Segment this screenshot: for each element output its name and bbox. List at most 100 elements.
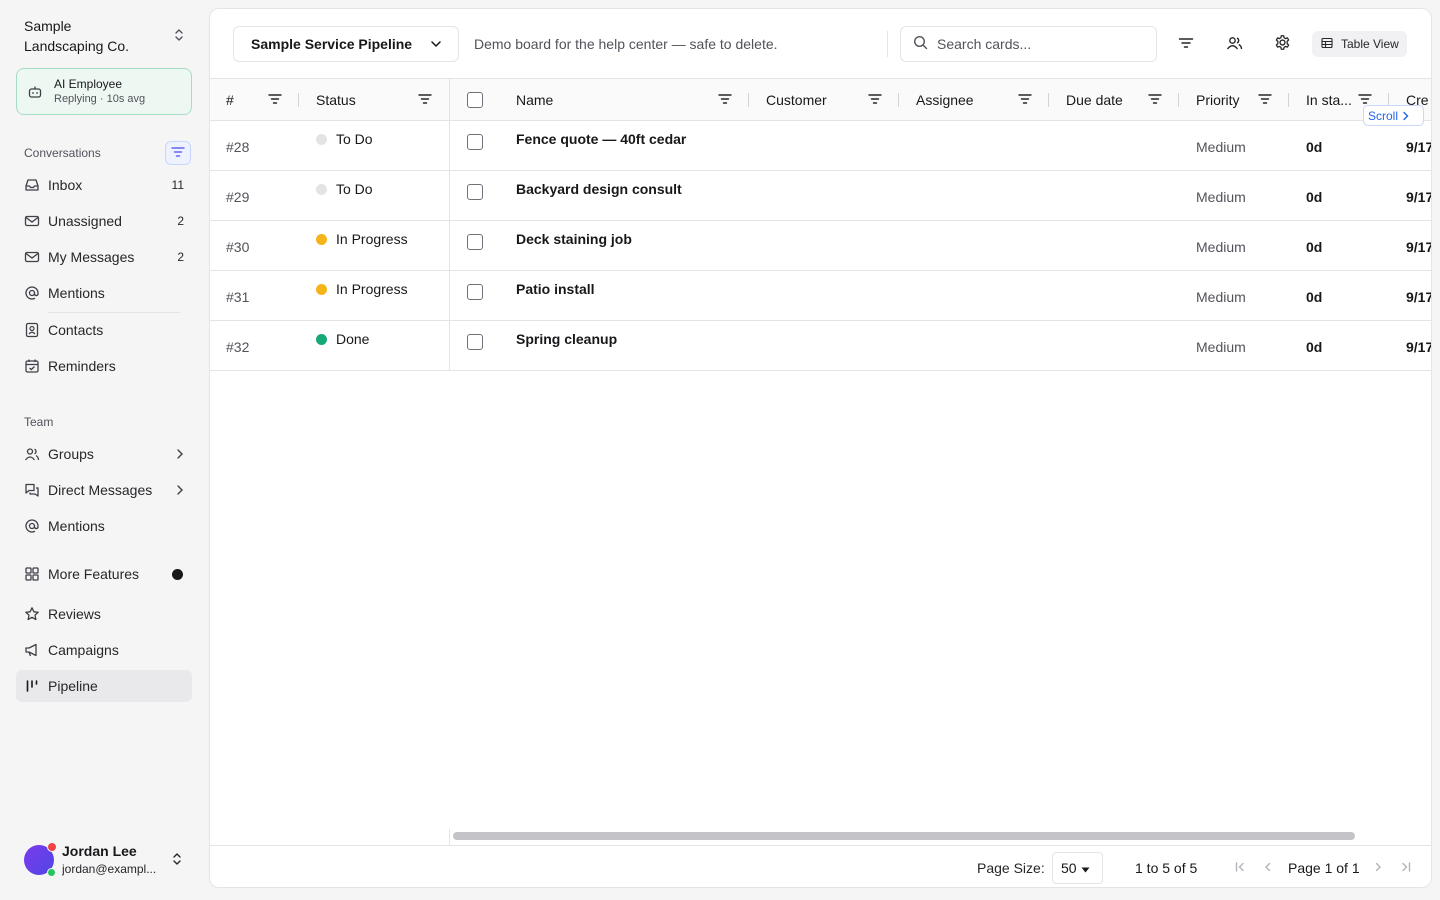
sidebar-item-pipeline[interactable]: Pipeline <box>16 670 192 702</box>
scroll-right-button[interactable]: Scroll <box>1363 105 1424 126</box>
card-name[interactable]: Fence quote — 40ft cedar <box>516 131 686 147</box>
column-header-in-stage[interactable]: In sta... <box>1306 79 1352 121</box>
status-cell[interactable]: To Do <box>316 131 373 147</box>
card-name[interactable]: Backyard design consult <box>516 181 682 197</box>
sidebar-item-my-messages[interactable]: My Messages 2 <box>16 241 192 273</box>
chevron-down-icon <box>430 40 442 48</box>
column-header-assignee[interactable]: Assignee <box>916 79 974 121</box>
horizontal-scrollbar[interactable] <box>453 832 1355 840</box>
count-badge: 11 <box>171 178 184 192</box>
card-name[interactable]: Spring cleanup <box>516 331 617 347</box>
table-row[interactable]: #28 To Do Fence quote — 40ft cedar Mediu… <box>210 121 1431 171</box>
ai-employee-card[interactable]: AI Employee Replying · 10s avg <box>16 68 192 115</box>
column-filter-button[interactable] <box>268 79 288 121</box>
table-row[interactable]: #30 In Progress Deck staining job Medium… <box>210 221 1431 271</box>
sidebar-item-reviews[interactable]: Reviews <box>16 598 192 630</box>
column-header-priority[interactable]: Priority <box>1196 79 1240 121</box>
column-filter-button[interactable] <box>1148 79 1168 121</box>
assignees-button[interactable] <box>1220 30 1248 58</box>
priority-cell[interactable]: Medium <box>1196 189 1246 205</box>
search-input[interactable] <box>937 36 1147 52</box>
pipeline-selector[interactable]: Sample Service Pipeline <box>233 26 459 62</box>
row-checkbox[interactable] <box>467 134 483 150</box>
table-row[interactable]: #31 In Progress Patio install Medium 0d … <box>210 271 1431 321</box>
status-cell[interactable]: Done <box>316 331 369 347</box>
priority-cell[interactable]: Medium <box>1196 289 1246 305</box>
sidebar-item-mentions[interactable]: Mentions <box>16 277 192 309</box>
column-filter-button[interactable] <box>1018 79 1038 121</box>
view-toggle-button[interactable]: Table View <box>1312 31 1407 57</box>
inbox-icon <box>24 177 40 193</box>
last-page-button[interactable] <box>1397 859 1415 877</box>
priority-cell[interactable]: Medium <box>1196 339 1246 355</box>
select-all-checkbox[interactable] <box>467 92 483 108</box>
filter-icon <box>1148 93 1162 105</box>
status-cell[interactable]: To Do <box>316 181 373 197</box>
filter-button[interactable] <box>1172 30 1200 58</box>
grid-icon <box>24 566 40 582</box>
sidebar-item-contacts[interactable]: Contacts <box>16 314 192 346</box>
priority-cell[interactable]: Medium <box>1196 239 1246 255</box>
first-page-icon <box>1234 860 1246 876</box>
sidebar-item-unassigned[interactable]: Unassigned 2 <box>16 205 192 237</box>
column-label: # <box>226 92 234 108</box>
card-name[interactable]: Deck staining job <box>516 231 632 247</box>
first-page-button[interactable] <box>1231 859 1249 877</box>
sidebar-item-label: Mentions <box>48 285 105 301</box>
page-size-select[interactable]: 50 <box>1052 852 1103 884</box>
column-filter-button[interactable] <box>868 79 888 121</box>
filter-icon <box>868 93 882 105</box>
card-id: #28 <box>226 139 250 155</box>
table-row[interactable]: #29 To Do Backyard design consult Medium… <box>210 171 1431 221</box>
column-header-customer[interactable]: Customer <box>766 79 827 121</box>
in-stage-cell: 0d <box>1306 139 1323 155</box>
team-label: Team <box>24 415 54 429</box>
filter-icon <box>718 93 732 105</box>
row-checkbox[interactable] <box>467 234 483 250</box>
org-switcher[interactable]: Sample Landscaping Co. <box>24 16 194 56</box>
filter-icon <box>171 145 185 161</box>
status-cell[interactable]: In Progress <box>316 281 408 297</box>
page-size-label: Page Size: <box>977 860 1045 876</box>
sidebar-item-team-mentions[interactable]: Mentions <box>16 510 192 542</box>
sidebar-item-more-features[interactable]: More Features <box>16 558 192 590</box>
filter-icon <box>418 93 432 105</box>
status-cell[interactable]: In Progress <box>316 231 408 247</box>
previous-page-button[interactable] <box>1259 859 1277 877</box>
column-header-status[interactable]: Status <box>316 79 356 121</box>
notification-badge <box>47 842 57 852</box>
contacts-icon <box>24 322 40 338</box>
settings-button[interactable] <box>1268 30 1296 58</box>
priority-cell[interactable]: Medium <box>1196 139 1246 155</box>
next-page-button[interactable] <box>1369 859 1387 877</box>
pipeline-icon <box>24 678 40 694</box>
user-name: Jordan Lee <box>62 843 137 859</box>
sidebar-item-groups[interactable]: Groups <box>16 438 192 470</box>
row-checkbox[interactable] <box>467 184 483 200</box>
column-filter-button[interactable] <box>1258 79 1278 121</box>
sidebar-item-inbox[interactable]: Inbox 11 <box>16 169 192 201</box>
star-icon <box>24 606 40 622</box>
column-header-name[interactable]: Name <box>516 79 553 121</box>
search-box[interactable] <box>900 26 1157 62</box>
row-checkbox[interactable] <box>467 334 483 350</box>
column-filter-button[interactable] <box>718 79 738 121</box>
row-checkbox[interactable] <box>467 284 483 300</box>
mail-icon <box>24 249 40 265</box>
column-header-id[interactable]: # <box>226 79 234 121</box>
sidebar-item-reminders[interactable]: Reminders <box>16 350 192 382</box>
column-header-due-date[interactable]: Due date <box>1066 79 1123 121</box>
last-page-icon <box>1400 860 1412 876</box>
user-menu[interactable]: Jordan Lee jordan@exampl... <box>16 840 192 880</box>
caret-down-icon <box>1081 860 1090 876</box>
robot-icon <box>27 84 43 103</box>
chevron-left-icon <box>1262 860 1274 876</box>
sidebar-item-campaigns[interactable]: Campaigns <box>16 634 192 666</box>
sidebar-item-label: More Features <box>48 566 140 582</box>
column-filter-button[interactable] <box>418 79 438 121</box>
table-row[interactable]: #32 Done Spring cleanup Medium 0d 9/17 <box>210 321 1431 371</box>
conversations-filter-button[interactable] <box>165 141 191 165</box>
calendar-check-icon <box>24 358 40 374</box>
card-name[interactable]: Patio install <box>516 281 595 297</box>
sidebar-item-direct-messages[interactable]: Direct Messages <box>16 474 192 506</box>
